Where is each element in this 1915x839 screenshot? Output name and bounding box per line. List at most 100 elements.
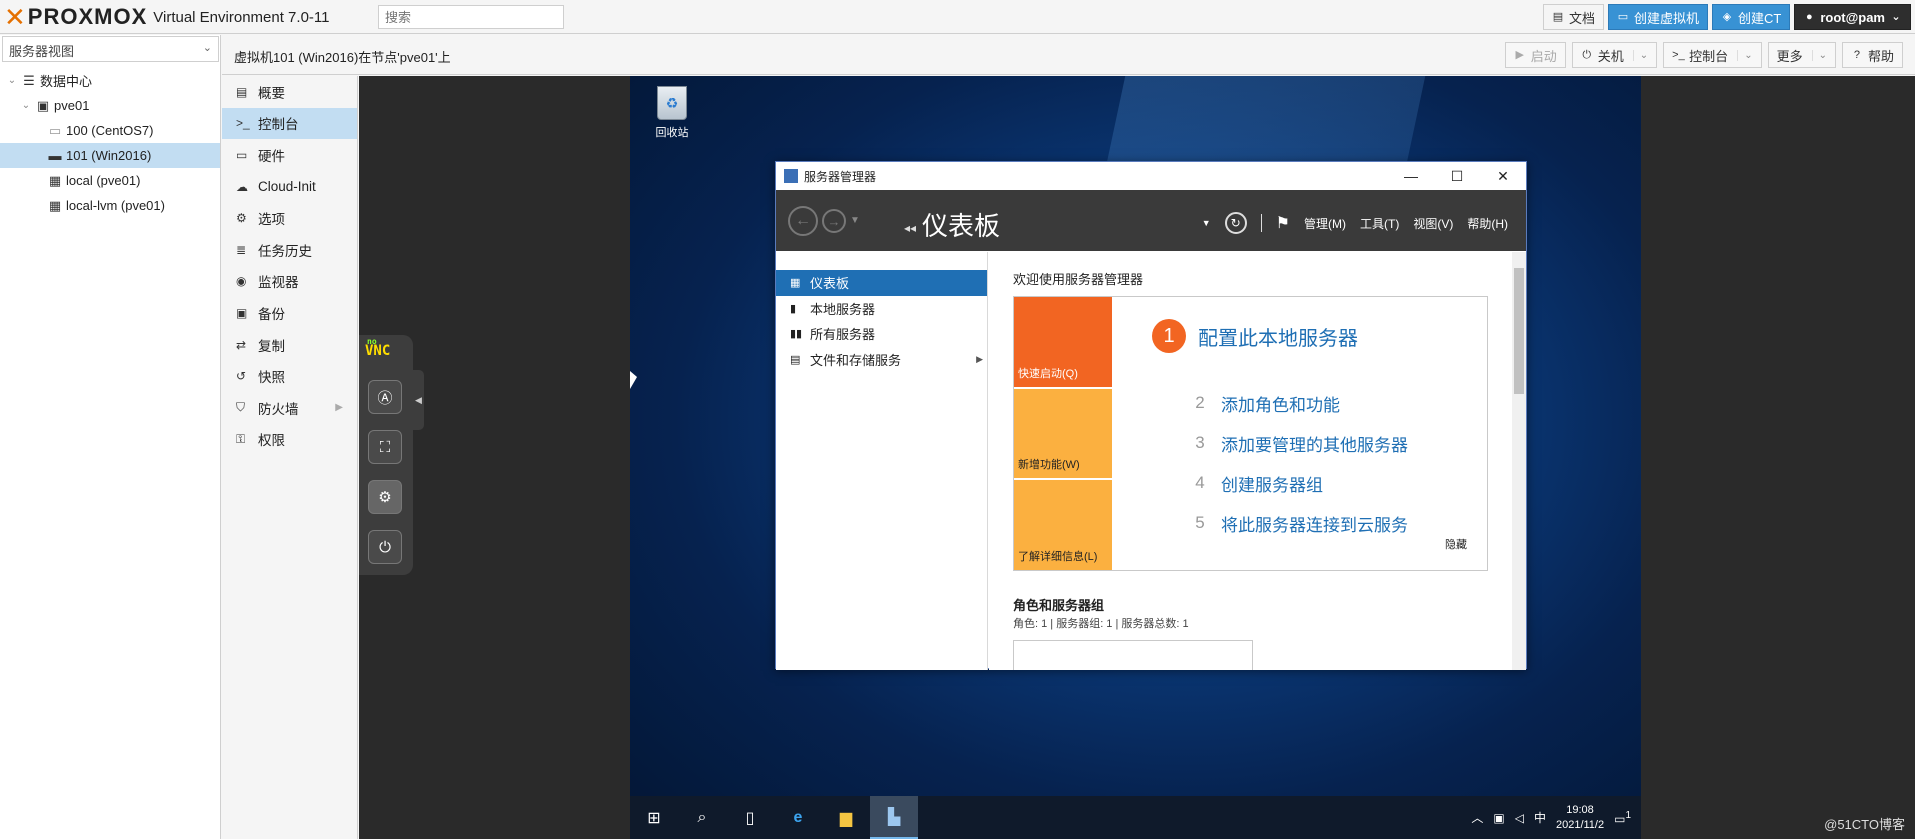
novnc-bar-handle[interactable]: ◀ — [413, 370, 424, 430]
vm-running-icon: ▬ — [48, 148, 62, 163]
shield-icon: ⛉ — [236, 400, 246, 415]
menu-tools[interactable]: 工具(T) — [1360, 215, 1399, 232]
menu-item-backup[interactable]: ▣ 备份 — [222, 297, 357, 329]
menu-item-replication[interactable]: ⇄ 复制 — [222, 329, 357, 361]
nav-file-storage[interactable]: ▤ 文件和存储服务 ▶ — [776, 347, 987, 373]
menu-item-hardware[interactable]: ▭ 硬件 — [222, 139, 357, 171]
help-button[interactable]: ? 帮助 — [1841, 42, 1903, 68]
chevron-left-icon: ◀ — [415, 394, 422, 405]
menu-item-permissions[interactable]: ⚿ 权限 — [222, 424, 357, 456]
history-dropdown-icon[interactable]: ▼ — [850, 215, 860, 236]
menu-item-task-history[interactable]: ≣ 任务历史 — [222, 234, 357, 266]
chevron-down-icon[interactable]: ⌄ — [1632, 49, 1648, 61]
server-manager-taskbar-button[interactable]: ▙ — [870, 796, 918, 839]
node-icon: ▣ — [36, 97, 50, 113]
clock[interactable]: 19:08 2021/11/2 — [1556, 803, 1604, 833]
settings-button[interactable]: ⚙ — [368, 480, 402, 514]
docs-button[interactable]: ▤ 文档 — [1542, 4, 1604, 30]
search-input[interactable] — [378, 5, 564, 29]
menu-item-monitor[interactable]: ◉ 监视器 — [222, 266, 357, 298]
tile-quick-start[interactable]: 快速启动(Q) — [1014, 297, 1112, 387]
page-title: 虚拟机101 (Win2016)在节点'pve01'上 — [234, 50, 451, 65]
user-menu-button[interactable]: ● root@pam ⌄ — [1794, 4, 1911, 30]
tile-whats-new[interactable]: 新增功能(W) — [1014, 389, 1112, 478]
configure-local-server-link[interactable]: 1 配置此本地服务器 — [1152, 319, 1358, 353]
window-titlebar[interactable]: 服务器管理器 — ☐ ✕ — [776, 162, 1526, 190]
network-icon[interactable]: ▣ — [1493, 811, 1504, 825]
tree-node-pve01[interactable]: ⌄ ▣ pve01 — [0, 93, 220, 118]
hide-link[interactable]: 隐藏 — [1445, 536, 1467, 552]
forward-button[interactable]: → — [822, 209, 846, 233]
shutdown-button[interactable]: ⏻ 关机 ⌄ — [1571, 42, 1658, 68]
expand-arrow-icon[interactable]: ▶ — [976, 354, 983, 365]
view-selector[interactable]: 服务器视图 ⌄ — [2, 36, 219, 62]
role-tile[interactable] — [1013, 640, 1253, 670]
menu-item-snapshots[interactable]: ↺ 快照 — [222, 360, 357, 392]
refresh-icon[interactable]: ↻ — [1224, 212, 1247, 234]
tree-node-vm-100[interactable]: ▭ 100 (CentOS7) — [0, 118, 220, 143]
tree-node-datacenter[interactable]: ⌄ ☰ 数据中心 — [0, 68, 220, 93]
menu-item-firewall[interactable]: ⛉ 防火墙 ▶ — [222, 392, 357, 424]
volume-icon[interactable]: ◁ — [1515, 811, 1524, 825]
chevron-down-icon[interactable]: ⌄ — [1737, 49, 1753, 61]
create-ct-button[interactable]: ◈ 创建CT — [1711, 4, 1791, 30]
vertical-scrollbar[interactable] — [1512, 252, 1526, 670]
chevron-down-icon: ⌄ — [1811, 49, 1827, 61]
menu-view[interactable]: 视图(V) — [1413, 215, 1453, 232]
power-button[interactable]: ⏻ — [368, 530, 402, 564]
console-button[interactable]: >_ 控制台 ⌄ — [1663, 42, 1762, 68]
vm-config-menu: ▤ 概要 >_ 控制台 ▭ 硬件 ☁ Cloud-Init ⚙ 选项 ≣ 任务历史 ◉ 监视器… — [222, 76, 358, 839]
ie-taskbar-button[interactable]: e — [774, 796, 822, 839]
add-servers-link[interactable]: 3 添加要管理的其他服务器 — [1189, 423, 1408, 463]
menu-manage[interactable]: 管理(M) — [1304, 215, 1346, 232]
extra-keys-button[interactable]: Ⓐ — [368, 380, 402, 414]
tile-learn-more[interactable]: 了解详细信息(L) — [1014, 480, 1112, 570]
content-header: 虚拟机101 (Win2016)在节点'pve01'上 ▶ 启动 ⏻ 关机 ⌄ … — [222, 35, 1915, 75]
vm-desktop[interactable]: ♻ 回收站 服务器管理器 — ☐ ✕ ← → ▼ ◂◂ 仪表板 ▼ ↻ ⚑ 管理… — [630, 76, 1641, 839]
windows-logo-icon: ⊞ — [647, 809, 661, 827]
notification-icon[interactable]: ▭1 — [1614, 810, 1631, 826]
chevron-up-icon[interactable]: ︿ — [1471, 809, 1483, 826]
minimize-button[interactable]: — — [1388, 162, 1434, 190]
play-icon: ▶ — [1515, 49, 1524, 61]
scrollbar-thumb[interactable] — [1514, 268, 1524, 394]
search-button[interactable]: ⌕ — [678, 796, 726, 839]
start-button[interactable]: ⊞ — [630, 796, 678, 839]
tree-node-local[interactable]: ▦ local (pve01) — [0, 168, 220, 193]
dropdown-icon[interactable]: ▼ — [1202, 218, 1211, 228]
explorer-taskbar-button[interactable]: ▆ — [822, 796, 870, 839]
menu-item-cloud-init[interactable]: ☁ Cloud-Init — [222, 171, 357, 203]
maximize-button[interactable]: ☐ — [1434, 162, 1480, 190]
tree-node-local-lvm[interactable]: ▦ local-lvm (pve01) — [0, 193, 220, 218]
nav-local-server[interactable]: ▮ 本地服务器 — [776, 296, 987, 322]
close-button[interactable]: ✕ — [1480, 162, 1526, 190]
nav-dashboard[interactable]: ▦ 仪表板 — [776, 270, 987, 296]
collapse-icon[interactable]: ⌄ — [20, 100, 32, 111]
flag-icon[interactable]: ⚑ — [1276, 213, 1290, 233]
ime-indicator[interactable]: 中 — [1534, 809, 1546, 826]
menu-item-options[interactable]: ⚙ 选项 — [222, 202, 357, 234]
back-button[interactable]: ← — [788, 206, 818, 236]
menu-help[interactable]: 帮助(H) — [1467, 215, 1508, 232]
collapse-icon[interactable]: ⌄ — [6, 75, 18, 86]
power-icon: ⏻ — [379, 538, 391, 556]
start-button[interactable]: ▶ 启动 — [1504, 42, 1566, 68]
add-roles-link[interactable]: 2 添加角色和功能 — [1189, 383, 1408, 423]
cube-icon: ◈ — [1722, 11, 1732, 23]
menu-item-console[interactable]: >_ 控制台 — [222, 107, 357, 140]
menu-item-summary[interactable]: ▤ 概要 — [222, 76, 357, 108]
expand-arrow-icon[interactable]: ▶ — [335, 402, 343, 413]
more-button[interactable]: 更多 ⌄ — [1767, 42, 1836, 68]
nav-all-servers[interactable]: ▮▮ 所有服务器 — [776, 321, 987, 347]
tree-node-vm-101[interactable]: ▬ 101 (Win2016) — [0, 143, 220, 168]
task-view-button[interactable]: ▯ — [726, 796, 774, 839]
fullscreen-button[interactable]: ⛶ — [368, 430, 402, 464]
create-server-group-link[interactable]: 4 创建服务器组 — [1189, 463, 1408, 503]
recycle-bin-shortcut[interactable]: ♻ 回收站 — [642, 86, 702, 140]
proxmox-logo[interactable]: ✕ PROXMOX Virtual Environment 7.0-11 — [4, 2, 329, 32]
question-icon: ? — [1853, 49, 1861, 61]
connect-cloud-link[interactable]: 5 将此服务器连接到云服务 — [1189, 503, 1408, 543]
create-vm-button[interactable]: ▭ 创建虚拟机 — [1607, 4, 1708, 30]
server-manager-nav: ▦ 仪表板 ▮ 本地服务器 ▮▮ 所有服务器 ▤ 文件和存储服务 ▶ — [776, 252, 988, 670]
fullscreen-icon: ⛶ — [379, 438, 391, 456]
